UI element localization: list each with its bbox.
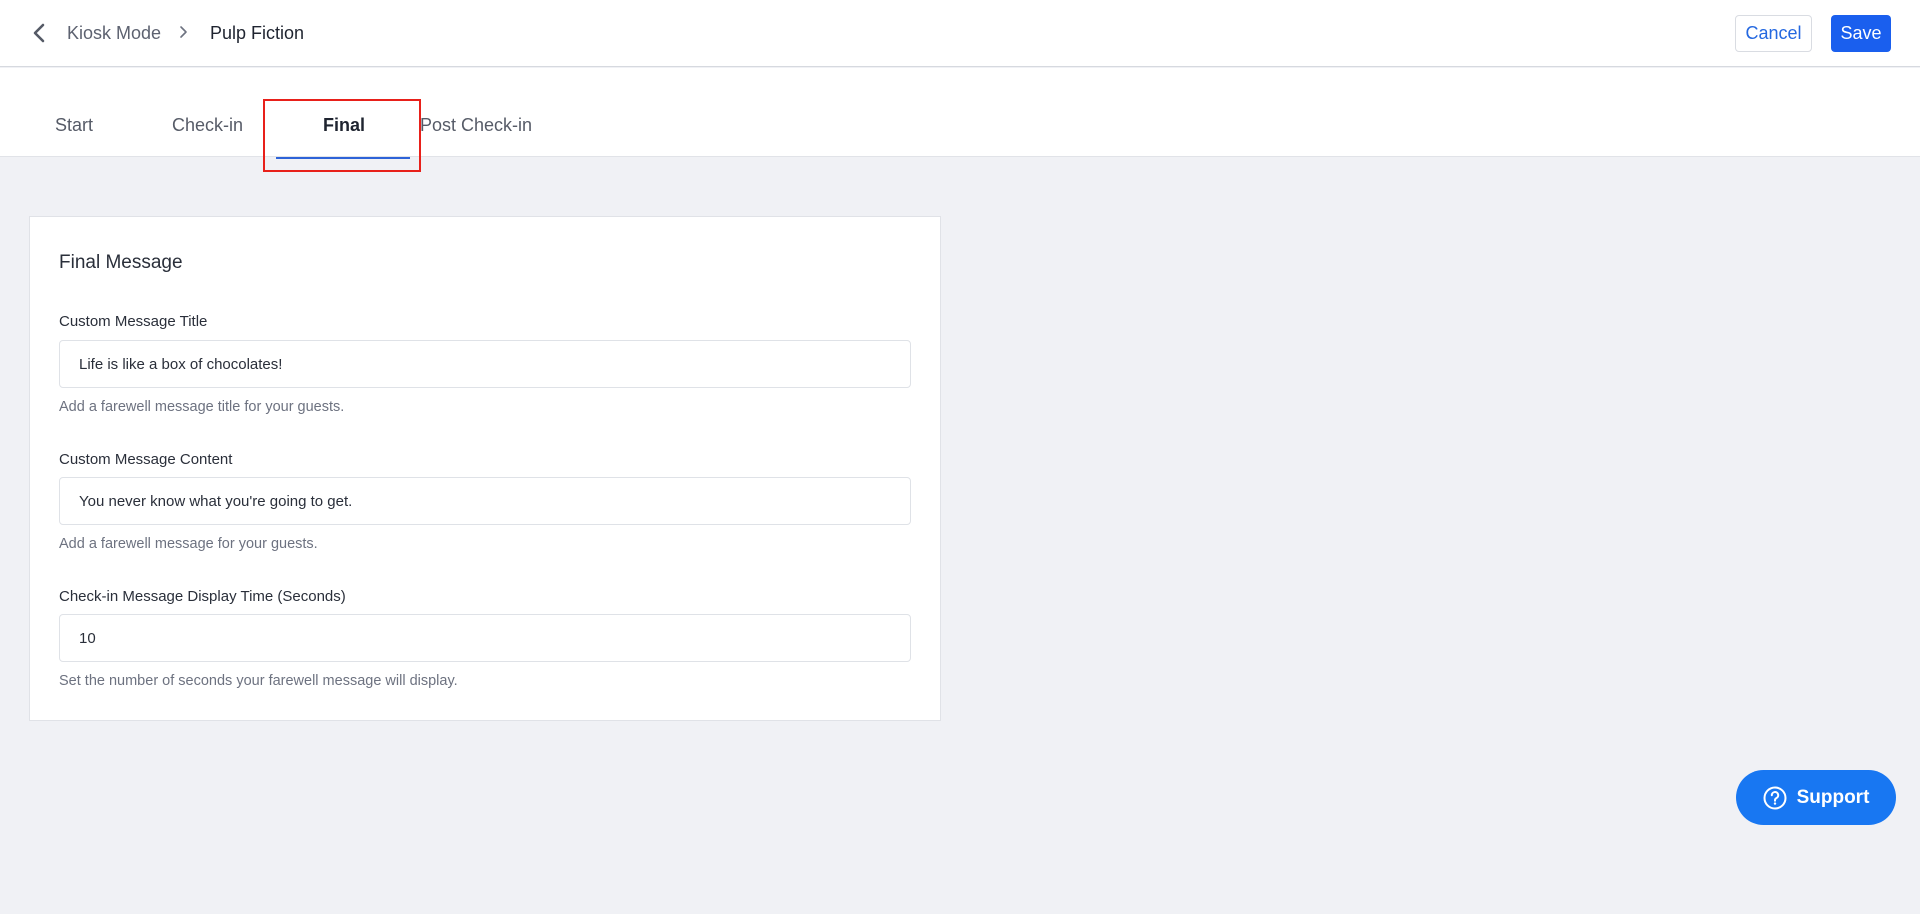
final-message-card: Final Message Custom Message Title Add a… (29, 216, 941, 721)
breadcrumb-parent[interactable]: Kiosk Mode (67, 22, 161, 44)
cancel-button[interactable]: Cancel (1735, 15, 1812, 52)
support-button[interactable]: Support (1736, 770, 1896, 825)
display-time-help: Set the number of seconds your farewell … (59, 673, 458, 689)
back-button[interactable] (26, 20, 52, 46)
tab-post-check-in[interactable]: Post Check-in (420, 114, 532, 136)
display-time-label: Check-in Message Display Time (Seconds) (59, 588, 346, 605)
chevron-left-icon (33, 23, 45, 43)
custom-message-title-input[interactable] (59, 340, 911, 388)
card-title: Final Message (59, 252, 183, 273)
top-bar: Kiosk Mode Pulp Fiction Cancel Save (0, 0, 1920, 67)
custom-message-title-label: Custom Message Title (59, 313, 208, 330)
tab-check-in[interactable]: Check-in (172, 114, 243, 136)
tab-final[interactable]: Final (323, 114, 365, 136)
save-button[interactable]: Save (1831, 15, 1891, 52)
display-time-input[interactable] (59, 614, 911, 662)
custom-message-title-help: Add a farewell message title for your gu… (59, 399, 345, 415)
custom-message-content-help: Add a farewell message for your guests. (59, 536, 318, 552)
chevron-right-icon (180, 26, 187, 38)
support-label: Support (1796, 786, 1870, 808)
custom-message-content-label: Custom Message Content (59, 451, 233, 468)
active-tab-indicator (276, 157, 410, 159)
custom-message-content-input[interactable] (59, 477, 911, 525)
breadcrumb-current: Pulp Fiction (210, 23, 305, 43)
tab-start[interactable]: Start (55, 114, 93, 136)
help-circle-icon (1763, 786, 1787, 809)
tab-bar: Start Check-in Final Post Check-in (0, 68, 1920, 159)
